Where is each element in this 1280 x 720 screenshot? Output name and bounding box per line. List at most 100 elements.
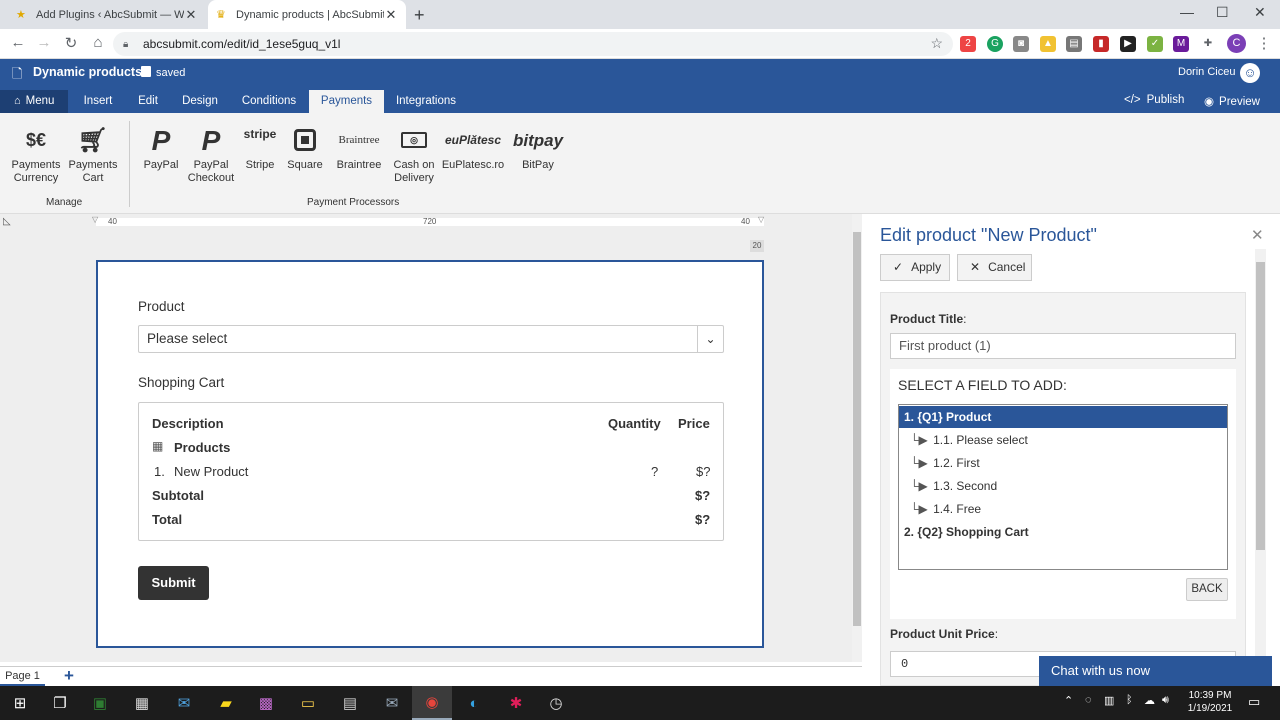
user-name[interactable]: Dorin Ciceu <box>1178 66 1235 78</box>
payments-cart-button[interactable]: 🛒︎ Payments Cart <box>64 121 122 185</box>
taskbar-clock[interactable]: 10:39 PM 1/19/2021 <box>1180 689 1240 715</box>
maximize-window-icon[interactable]: ☐ <box>1216 4 1229 21</box>
extensions-puzzle-icon[interactable]: ✚ <box>1200 36 1216 52</box>
task-view-icon[interactable]: ❐ <box>40 686 80 720</box>
bitpay-button[interactable]: bitpay BitPay <box>508 121 568 172</box>
tray-app-icon[interactable]: ◌ <box>1085 694 1092 706</box>
mail-icon[interactable]: ✉ <box>164 686 204 720</box>
publish-button[interactable]: </> Publish <box>1124 94 1184 106</box>
close-window-icon[interactable]: ✕ <box>1254 4 1266 21</box>
apply-button[interactable]: ✓ Apply <box>880 254 950 281</box>
camera-icon[interactable]: ◙ <box>1013 36 1029 52</box>
calendar-icon[interactable]: ▦ <box>122 686 162 720</box>
add-page-icon[interactable]: + <box>64 666 74 686</box>
payments-currency-button[interactable]: $€ Payments Currency <box>6 121 66 185</box>
windows-start-icon[interactable]: ⊞ <box>0 686 40 720</box>
chevron-down-icon[interactable]: ⌄ <box>697 326 723 352</box>
euplatesc-button[interactable]: euPlătesc EuPlatesc.ro <box>440 121 506 172</box>
profile-avatar[interactable]: C <box>1227 34 1246 53</box>
browser-tab-dynamic-products[interactable]: ♛ Dynamic products | AbcSubmit ✕ <box>208 0 406 29</box>
address-bar[interactable]: 🔒︎ abcsubmit.com/edit/id_1ese5guq_v1l ☆ <box>113 32 953 56</box>
stripe-button[interactable]: stripe Stripe <box>240 121 280 172</box>
document-title[interactable]: Dynamic products <box>33 65 142 79</box>
notifications-icon[interactable]: ▭ <box>1248 694 1260 710</box>
unit-price-label: Product Unit Price: <box>890 627 999 641</box>
tree-item-first[interactable]: └▶ 1.2. First <box>899 452 1227 474</box>
braintree-button[interactable]: Braintree Braintree <box>330 121 388 172</box>
edge-icon[interactable]: ◐ <box>454 686 494 720</box>
home-icon[interactable]: ⌂ <box>88 34 108 51</box>
excel-icon[interactable]: ▣ <box>80 686 120 720</box>
extension-4-icon[interactable]: ▲ <box>1040 36 1056 52</box>
forward-arrow-icon[interactable]: → <box>34 34 54 51</box>
minimize-window-icon[interactable]: — <box>1180 4 1194 20</box>
col-description: Description <box>152 416 224 431</box>
close-tab-icon[interactable]: ✕ <box>384 7 398 23</box>
close-icon[interactable]: ✕ <box>1251 226 1264 244</box>
menu-integrations[interactable]: Integrations <box>391 90 461 113</box>
browser-tab-add-plugins[interactable]: ★ Add Plugins ‹ AbcSubmit — Wor ✕ <box>8 0 206 29</box>
extension-7-icon[interactable]: ▶ <box>1120 36 1136 52</box>
menu-conditions[interactable]: Conditions <box>234 90 304 113</box>
volume-icon[interactable]: 🔊︎ <box>1162 694 1169 707</box>
menu-design[interactable]: Design <box>176 90 224 113</box>
tree-item-q1-product[interactable]: 1. {Q1} Product <box>899 406 1227 428</box>
square-button[interactable]: Square <box>284 121 326 172</box>
tray-chevron-icon[interactable]: ⌃ <box>1064 694 1073 707</box>
canvas-scrollbar-thumb[interactable] <box>853 232 861 626</box>
browser-menu-icon[interactable]: ⋮ <box>1254 34 1274 52</box>
extension-1-icon[interactable]: 2 <box>960 36 976 52</box>
reload-icon[interactable]: ↻ <box>61 34 81 52</box>
ruler-width: 720 <box>423 217 437 226</box>
tree-item-second[interactable]: └▶ 1.3. Second <box>899 475 1227 497</box>
extension-6-icon[interactable]: ▮ <box>1093 36 1109 52</box>
tree-item-free[interactable]: └▶ 1.4. Free <box>899 498 1227 520</box>
user-account-icon[interactable]: ☺ <box>1240 63 1260 83</box>
close-tab-icon[interactable]: ✕ <box>184 7 198 23</box>
bookmark-star-icon[interactable]: ☆ <box>930 35 943 52</box>
submit-button[interactable]: Submit <box>138 566 209 600</box>
cash-on-delivery-button[interactable]: ◎ Cash on Delivery <box>390 121 438 185</box>
clock-app-icon[interactable]: ◷ <box>536 686 576 720</box>
panel-scrollbar-thumb[interactable] <box>1256 262 1265 550</box>
extension-5-icon[interactable]: ▤ <box>1066 36 1082 52</box>
paypal-button[interactable]: P PayPal <box>140 121 182 172</box>
product-select[interactable]: Please select ⌄ <box>138 325 724 353</box>
cancel-button[interactable]: ✕ Cancel <box>957 254 1032 281</box>
tree-item-q2-shopping-cart[interactable]: 2. {Q2} Shopping Cart <box>899 521 1227 543</box>
ruler-left-handle[interactable]: ▽ <box>92 215 98 224</box>
chat-widget-button[interactable]: Chat with us now <box>1039 656 1272 686</box>
sticky-notes-icon[interactable]: ▰ <box>206 686 246 720</box>
product-title-input[interactable]: First product (1) <box>890 333 1236 359</box>
menu-button[interactable]: ⌂ Menu <box>0 90 68 113</box>
extension-9-icon[interactable]: M <box>1173 36 1189 52</box>
back-button[interactable]: BACK <box>1186 578 1228 601</box>
total-value: $? <box>695 512 711 527</box>
menu-payments[interactable]: Payments <box>309 90 384 113</box>
menu-insert[interactable]: Insert <box>76 90 120 113</box>
page-tab-1[interactable]: Page 1 <box>0 667 45 686</box>
products-grid-icon: ▦ <box>152 439 164 453</box>
preview-button[interactable]: ◉ Preview <box>1204 94 1260 108</box>
paypal-checkout-button[interactable]: P PayPal Checkout <box>184 121 238 185</box>
extension-8-icon[interactable]: ✓ <box>1147 36 1163 52</box>
mail-client-icon[interactable]: ✉ <box>372 686 412 720</box>
ruler-right-handle[interactable]: ▽ <box>758 215 764 224</box>
clock-time: 10:39 PM <box>1188 690 1232 701</box>
menu-label: Menu <box>25 95 55 107</box>
app-icon[interactable]: ▤ <box>330 686 370 720</box>
tray-keyboard-icon[interactable]: ▥ <box>1104 694 1114 707</box>
ruler-corner-icon[interactable]: ◺ <box>3 216 11 227</box>
phpstorm-icon[interactable]: ▩ <box>246 686 286 720</box>
tree-item-please-select[interactable]: └▶ 1.1. Please select <box>899 429 1227 451</box>
network-icon[interactable]: ☁ <box>1144 694 1155 707</box>
document-icon: 🗋︎ <box>12 66 23 81</box>
file-explorer-icon[interactable]: ▭ <box>288 686 328 720</box>
menu-edit[interactable]: Edit <box>128 90 168 113</box>
back-arrow-icon[interactable]: ← <box>8 34 28 51</box>
grammarly-icon[interactable]: G <box>987 36 1003 52</box>
slack-icon[interactable]: ✱ <box>496 686 536 720</box>
bluetooth-icon[interactable]: ᛒ <box>1126 694 1133 706</box>
new-tab-icon[interactable]: + <box>414 5 425 26</box>
chrome-icon[interactable]: ◉ <box>412 686 452 720</box>
